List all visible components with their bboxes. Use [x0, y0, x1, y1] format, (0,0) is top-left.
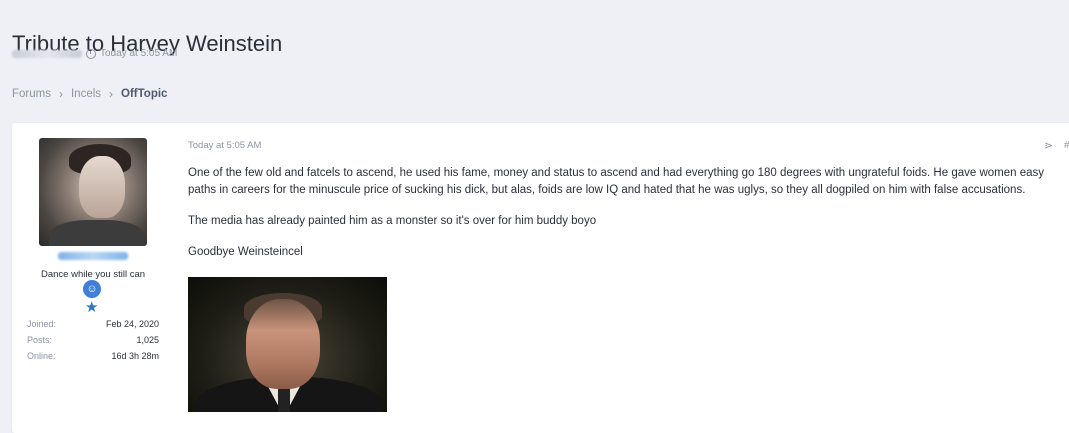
post-paragraph: Goodbye Weinsteincel	[188, 246, 303, 258]
breadcrumb-incels[interactable]: Incels	[71, 88, 101, 100]
thread-meta: Today at 5:05 AM	[12, 48, 177, 59]
stat-value: 16d 3h 28m	[111, 351, 159, 361]
clock-icon	[86, 48, 96, 59]
user-title: Dance while you still can	[40, 269, 146, 280]
avatar-shirt	[49, 220, 145, 246]
stat-joined: Joined: Feb 24, 2020	[27, 319, 159, 335]
avatar[interactable]	[39, 138, 147, 246]
redacted-username[interactable]	[58, 252, 128, 260]
breadcrumb-forums[interactable]: Forums	[12, 88, 51, 100]
redacted-author-name[interactable]	[12, 49, 82, 58]
post-paragraph: The media has already painted him as a m…	[188, 215, 597, 227]
stat-posts: Posts: 1,025	[27, 335, 159, 351]
permalink-icon[interactable]: #	[1064, 140, 1069, 151]
stat-online: Online: 16d 3h 28m	[27, 351, 159, 367]
avatar-face	[79, 156, 125, 218]
post-paragraph: One of the few old and fatcels to ascend…	[188, 167, 1045, 196]
thread-timestamp[interactable]: Today at 5:05 AM	[100, 48, 177, 59]
star-icon[interactable]: ★	[85, 298, 98, 316]
post-date[interactable]: Today at 5:05 AM	[188, 140, 261, 151]
stat-value: Feb 24, 2020	[105, 319, 159, 329]
photo-head	[246, 299, 320, 389]
post-body: One of the few old and fatcels to ascend…	[188, 165, 1060, 275]
share-icon[interactable]: ⋗	[1044, 139, 1053, 152]
breadcrumb-offtopic[interactable]: OffTopic	[121, 88, 167, 100]
stat-label: Joined:	[27, 319, 57, 329]
photo-tie	[278, 387, 290, 412]
post-image[interactable]	[188, 277, 387, 412]
stat-value: 1,025	[136, 335, 159, 345]
user-badge-icon[interactable]: ☺	[83, 280, 101, 298]
breadcrumb: Forums › Incels › OffTopic	[12, 87, 167, 101]
stat-label: Online:	[27, 351, 56, 361]
chevron-right-icon: ›	[58, 87, 63, 101]
chevron-right-icon: ›	[109, 87, 114, 101]
stat-label: Posts:	[27, 335, 53, 345]
user-stats: Joined: Feb 24, 2020 Posts: 1,025 Online…	[27, 319, 159, 367]
